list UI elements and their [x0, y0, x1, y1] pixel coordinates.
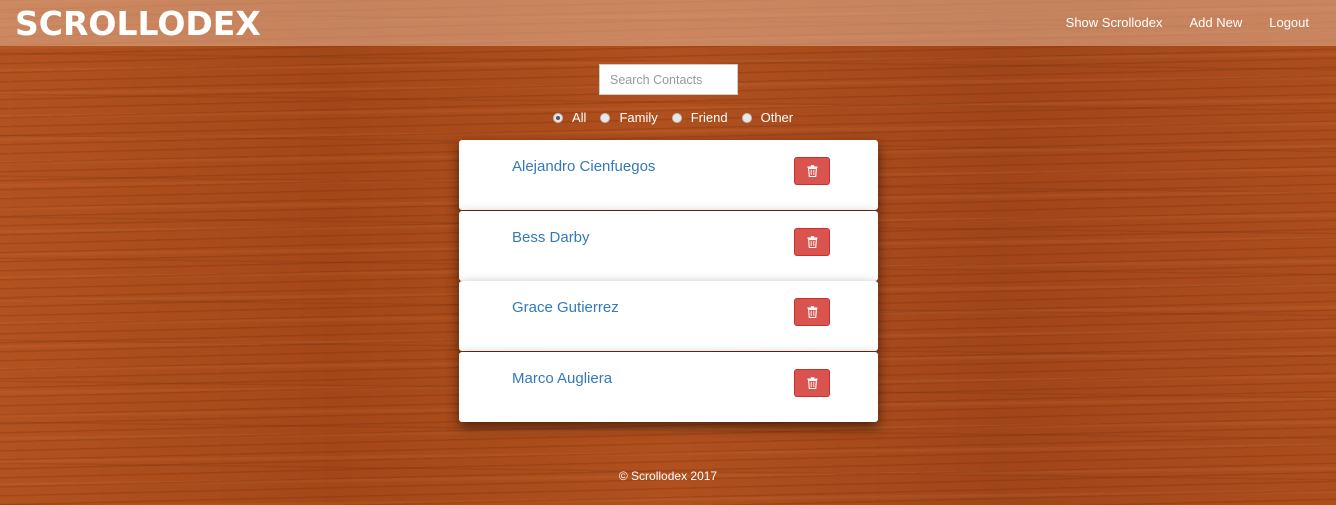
- contact-card: Alejandro Cienfuegos: [459, 140, 878, 210]
- filter-label-other: Other: [760, 110, 794, 125]
- nav-link-add-new[interactable]: Add New: [1189, 14, 1242, 31]
- contact-list: Alejandro Cienfuegos Bess Darby Grace Gu…: [459, 140, 878, 422]
- search-container: [599, 64, 738, 95]
- radio-other[interactable]: [741, 113, 752, 123]
- nav-link-show-scrollodex[interactable]: Show Scrollodex: [1066, 14, 1163, 31]
- filter-label-family: Family: [619, 110, 658, 125]
- filter-label-friend: Friend: [690, 110, 728, 125]
- trash-icon: [807, 306, 817, 318]
- nav-links: Show Scrollodex Add New Logout: [1039, 14, 1309, 31]
- delete-contact-button[interactable]: [794, 368, 830, 397]
- brand-logo[interactable]: SCROLLODEX: [15, 5, 261, 43]
- footer-copyright: © Scrollodex 2017: [618, 469, 718, 483]
- contact-name-link[interactable]: Marco Augliera: [512, 370, 612, 388]
- contact-card: Grace Gutierrez: [459, 281, 878, 351]
- navbar: SCROLLODEX Show Scrollodex Add New Logou…: [0, 0, 1336, 46]
- delete-contact-button[interactable]: [794, 157, 830, 185]
- contact-card: Bess Darby: [459, 210, 878, 281]
- delete-contact-button[interactable]: [794, 227, 830, 256]
- contact-name-link[interactable]: Alejandro Cienfuegos: [512, 158, 655, 176]
- radio-family[interactable]: [600, 113, 611, 123]
- search-input[interactable]: [599, 64, 738, 95]
- delete-contact-button[interactable]: [794, 298, 830, 326]
- filter-all[interactable]: All: [553, 110, 586, 126]
- filter-friend[interactable]: Friend: [671, 110, 728, 126]
- radio-all[interactable]: [553, 113, 563, 123]
- contact-name-link[interactable]: Grace Gutierrez: [512, 299, 619, 317]
- contact-name-link[interactable]: Bess Darby: [512, 229, 590, 247]
- trash-icon: [807, 165, 817, 177]
- radio-friend[interactable]: [671, 113, 682, 123]
- trash-icon: [807, 235, 817, 248]
- category-filter: All Family Friend Other: [553, 110, 807, 126]
- filter-label-all: All: [572, 110, 587, 125]
- filter-family[interactable]: Family: [600, 110, 658, 126]
- filter-other[interactable]: Other: [741, 110, 794, 126]
- nav-link-logout[interactable]: Logout: [1269, 14, 1309, 31]
- contact-card: Marco Augliera: [459, 351, 878, 422]
- trash-icon: [807, 376, 817, 389]
